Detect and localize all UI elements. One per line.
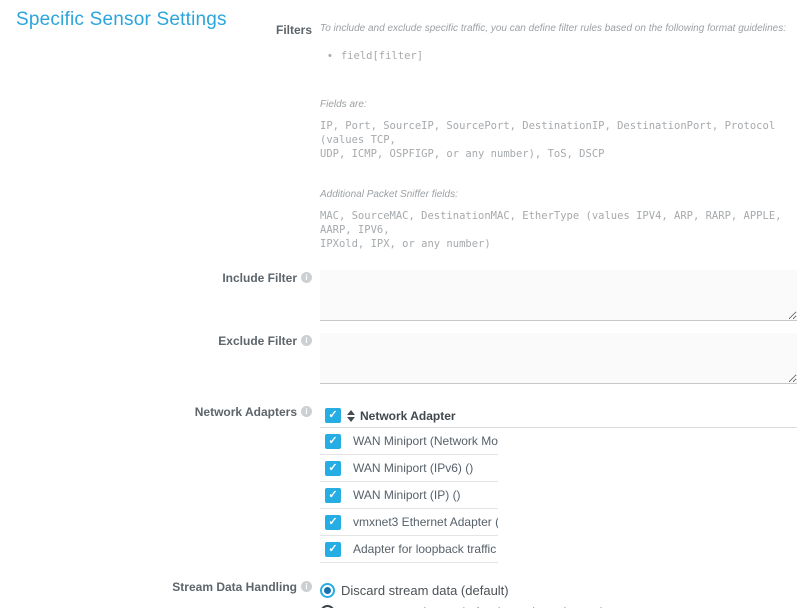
sensor-settings-page: Specific Sensor Settings Filters To incl… [0, 0, 802, 608]
additional-fields-list: MAC, SourceMAC, DestinationMAC, EtherTyp… [320, 209, 797, 251]
filters-bullet-line: • field[filter] [328, 49, 797, 63]
radio-label: Discard stream data (default) [341, 583, 509, 598]
adapter-name: vmxnet3 Ethernet Adapter (fe8… [353, 515, 498, 529]
include-filter-input[interactable] [320, 270, 797, 321]
settings-form: Filters To include and exclude specific … [0, 22, 797, 608]
radio-icon [320, 605, 335, 608]
additional-fields-heading: Additional Packet Sniffer fields: [320, 188, 797, 202]
info-icon[interactable]: i [301, 335, 312, 346]
exclude-filter-input[interactable] [320, 333, 797, 384]
stream-data-handling-row: Stream Data Handling i Discard stream da… [0, 579, 797, 608]
filters-label-cell: Filters [0, 22, 312, 37]
select-all-checkbox[interactable]: ✓ [325, 408, 341, 423]
sort-arrows-icon[interactable] [347, 410, 355, 422]
adapter-table: ✓ Network Adapter ✓ WAN Miniport (Networ… [320, 404, 797, 563]
sort-asc-icon [347, 410, 355, 415]
filters-intro-text: To include and exclude specific traffic,… [320, 22, 797, 36]
adapter-checkbox[interactable]: ✓ [325, 488, 341, 503]
exclude-filter-label: Exclude Filter [218, 334, 297, 348]
adapter-checkbox[interactable]: ✓ [325, 542, 341, 557]
include-filter-row: Include Filter i [0, 270, 797, 321]
adapter-row: ✓ WAN Miniport (IP) () [320, 482, 498, 509]
include-filter-label-cell: Include Filter i [0, 270, 312, 285]
adapter-column-header[interactable]: Network Adapter [360, 409, 456, 423]
stream-data-handling-label-cell: Stream Data Handling i [0, 579, 312, 594]
radio-label: Store stream data only for the 'Other' c… [341, 605, 603, 608]
sort-desc-icon [347, 417, 355, 422]
filters-help: To include and exclude specific traffic,… [320, 22, 797, 251]
filters-label: Filters [276, 23, 312, 37]
adapter-table-header: ✓ Network Adapter [320, 404, 797, 428]
bullet-icon: • [328, 49, 332, 63]
info-icon[interactable]: i [301, 272, 312, 283]
exclude-filter-label-cell: Exclude Filter i [0, 333, 312, 348]
adapter-row: ✓ Adapter for loopback traffic ca… [320, 536, 498, 563]
adapter-name: WAN Miniport (Network Monito… [353, 434, 498, 448]
radio-icon [320, 583, 335, 598]
network-adapters-label: Network Adapters [195, 405, 297, 419]
adapter-checkbox[interactable]: ✓ [325, 461, 341, 476]
adapter-name: Adapter for loopback traffic ca… [353, 542, 498, 556]
exclude-filter-row: Exclude Filter i [0, 333, 797, 384]
network-adapters-row: Network Adapters i ✓ Network Adapter ✓ W… [0, 404, 797, 563]
adapter-checkbox[interactable]: ✓ [325, 515, 341, 530]
fields-heading: Fields are: [320, 98, 797, 112]
include-filter-label: Include Filter [222, 271, 297, 285]
info-icon[interactable]: i [301, 406, 312, 417]
adapter-name: WAN Miniport (IPv6) () [353, 461, 473, 475]
adapter-row: ✓ vmxnet3 Ethernet Adapter (fe8… [320, 509, 498, 536]
adapter-row: ✓ WAN Miniport (IPv6) () [320, 455, 498, 482]
stream-options-group: Discard stream data (default) Store stre… [320, 579, 797, 608]
stream-data-handling-label: Stream Data Handling [172, 580, 297, 594]
adapter-checkbox[interactable]: ✓ [325, 434, 341, 449]
network-adapters-label-cell: Network Adapters i [0, 404, 312, 419]
fields-list: IP, Port, SourceIP, SourcePort, Destinat… [320, 119, 797, 161]
radio-discard-stream-data[interactable]: Discard stream data (default) [320, 579, 797, 601]
filter-format-example: field[filter] [341, 49, 423, 63]
filters-row: Filters To include and exclude specific … [0, 22, 797, 251]
adapter-name: WAN Miniport (IP) () [353, 488, 461, 502]
adapter-row: ✓ WAN Miniport (Network Monito… [320, 428, 498, 455]
info-icon[interactable]: i [301, 581, 312, 592]
radio-store-other-channel[interactable]: Store stream data only for the 'Other' c… [320, 601, 797, 608]
